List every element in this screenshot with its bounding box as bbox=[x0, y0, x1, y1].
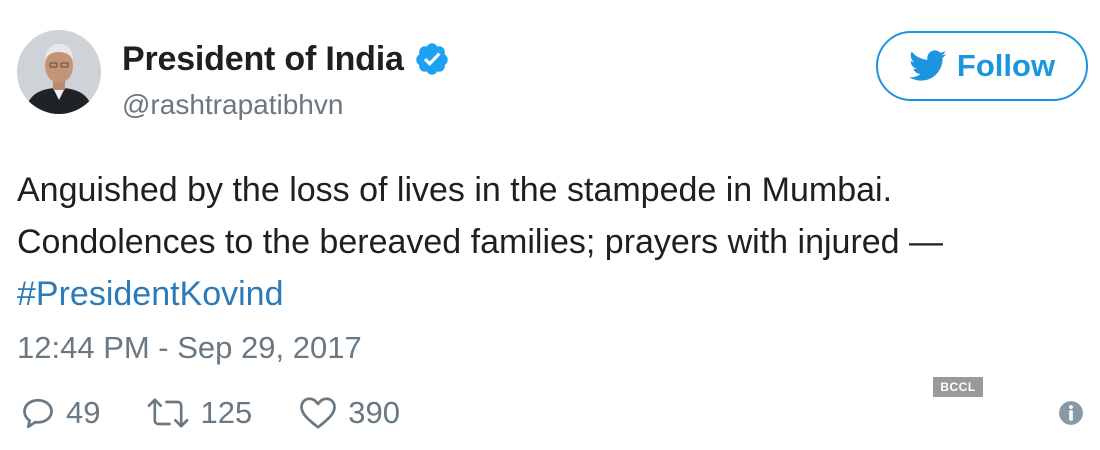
follow-label: Follow bbox=[956, 48, 1056, 83]
tweet-text-line-2: Condolences to the bereaved families; pr… bbox=[17, 223, 944, 261]
verified-badge-icon bbox=[415, 43, 448, 75]
embedded-tweet: President of India @rashtrapatibhvn Foll… bbox=[0, 0, 1100, 450]
reply-icon bbox=[23, 398, 53, 429]
like-action[interactable]: 390 bbox=[298, 395, 400, 431]
tweet-text: Anguished by the loss of lives in the st… bbox=[17, 164, 1077, 320]
retweet-action[interactable]: 125 bbox=[146, 395, 252, 431]
like-count: 390 bbox=[348, 395, 400, 430]
reply-action[interactable]: 49 bbox=[20, 395, 100, 431]
avatar[interactable] bbox=[17, 30, 101, 114]
hashtag-link[interactable]: #PresidentKovind bbox=[17, 268, 1077, 320]
info-icon[interactable] bbox=[1058, 400, 1084, 426]
author-display-name[interactable]: President of India bbox=[122, 40, 404, 78]
author-name-row: President of India bbox=[122, 40, 450, 78]
retweet-icon bbox=[148, 398, 189, 428]
heart-icon bbox=[300, 397, 337, 429]
bccl-watermark: BCCL bbox=[933, 377, 983, 397]
twitter-bird-icon bbox=[909, 50, 947, 81]
author-handle[interactable]: @rashtrapatibhvn bbox=[122, 89, 343, 121]
tweet-timestamp[interactable]: 12:44 PM - Sep 29, 2017 bbox=[17, 330, 362, 366]
profile-photo-icon bbox=[17, 30, 101, 114]
tweet-actions: 49 125 390 bbox=[20, 393, 446, 433]
follow-button[interactable]: Follow bbox=[876, 31, 1088, 101]
tweet-text-line-1: Anguished by the loss of lives in the st… bbox=[17, 171, 893, 209]
reply-count: 49 bbox=[66, 395, 101, 430]
retweet-count: 125 bbox=[200, 395, 253, 430]
